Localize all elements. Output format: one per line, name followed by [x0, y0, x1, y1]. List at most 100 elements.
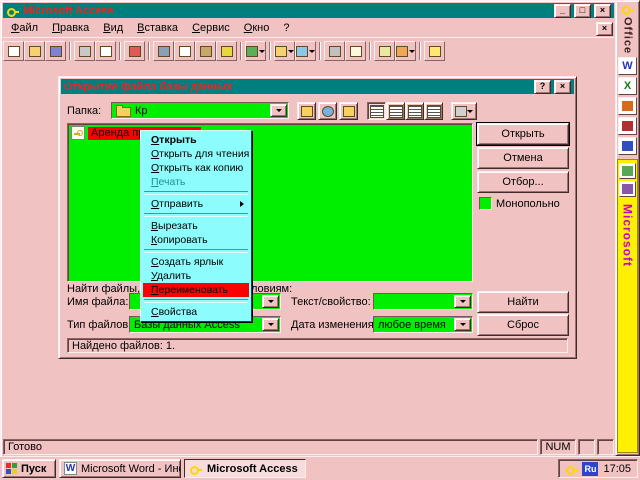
properties-view-button[interactable]	[405, 102, 424, 120]
save-button[interactable]	[45, 41, 66, 61]
up-one-level-button[interactable]	[297, 102, 316, 120]
commands-settings-button[interactable]	[451, 102, 477, 120]
menu-file[interactable]: Файл	[4, 21, 45, 36]
menu-window[interactable]: Окно	[237, 21, 277, 36]
dialog-title: Открытие файла базы данных	[64, 81, 232, 93]
clock[interactable]: 17:05	[603, 463, 631, 475]
reset-button[interactable]: Сброс	[477, 314, 569, 336]
cancel-button[interactable]: Отмена	[477, 147, 569, 169]
access-database-file-icon	[71, 126, 85, 140]
dropdown-arrow-icon	[460, 300, 466, 303]
word-icon[interactable]: W	[618, 57, 637, 75]
search-web-icon	[322, 106, 334, 117]
file-type-dropdown-arrow[interactable]	[262, 318, 279, 331]
text-property-dropdown-arrow[interactable]	[454, 295, 471, 308]
dialog-close-button[interactable]: ×	[554, 80, 571, 94]
text-property-dropdown[interactable]	[373, 293, 473, 310]
cut-icon	[158, 46, 170, 57]
menu-item-open-as-copy[interactable]: Открыть как копию	[143, 161, 249, 175]
toolbar-separator	[119, 42, 121, 60]
undo-icon	[246, 46, 258, 57]
task-word-label: Microsoft Word - Информ...	[81, 463, 181, 475]
window-title: Microsoft Access	[23, 5, 114, 17]
help-button[interactable]	[424, 41, 445, 61]
office-app-icon[interactable]	[619, 163, 636, 179]
menu-edit[interactable]: Правка	[45, 21, 96, 36]
access-shortcut-icon[interactable]	[618, 117, 637, 135]
code-button[interactable]	[324, 41, 345, 61]
cut-button[interactable]	[153, 41, 174, 61]
task-access[interactable]: Microsoft Access	[184, 459, 306, 478]
file-name-dropdown-arrow[interactable]	[262, 295, 279, 308]
toolbar-separator	[269, 42, 271, 60]
menu-item-rename[interactable]: Переименовать	[143, 283, 249, 297]
menu-tools[interactable]: Сервис	[185, 21, 237, 36]
office-links-button[interactable]	[274, 41, 295, 61]
date-modified-dropdown[interactable]: любое время	[373, 316, 473, 333]
menu-insert[interactable]: Вставка	[130, 21, 185, 36]
new-folder-button[interactable]	[339, 102, 358, 120]
exclusive-checkbox[interactable]	[479, 197, 492, 210]
dropdown-arrow-icon	[460, 323, 466, 326]
open-database-button[interactable]	[24, 41, 45, 61]
analyze-icon	[296, 46, 308, 57]
help-icon	[429, 46, 441, 57]
date-modified-dropdown-arrow[interactable]	[454, 318, 471, 331]
menu-item-copy[interactable]: Копировать	[143, 233, 249, 247]
menu-help[interactable]: ?	[276, 21, 296, 36]
file-list[interactable]: Аренда предприятия	[67, 123, 473, 282]
office-app-icon[interactable]	[619, 181, 636, 197]
outlook-icon[interactable]	[618, 137, 637, 155]
print-preview-button[interactable]	[95, 41, 116, 61]
menu-item-open-read-only[interactable]: Открыть для чтения	[143, 147, 249, 161]
open-button[interactable]: Открыть	[477, 123, 569, 145]
excel-icon[interactable]: X	[618, 77, 637, 95]
maximize-button[interactable]: □	[574, 4, 591, 18]
analyze-button[interactable]	[295, 41, 316, 61]
language-indicator[interactable]: Ru	[582, 462, 598, 476]
search-web-button[interactable]	[318, 102, 337, 120]
menu-item-create-shortcut[interactable]: Создать ярлык	[143, 255, 249, 269]
print-button[interactable]	[74, 41, 95, 61]
main-titlebar[interactable]: Microsoft Access _ □ ×	[3, 3, 614, 18]
exclusive-checkbox-row[interactable]: Монопольно	[479, 197, 560, 210]
found-files-status: Найдено файлов: 1.	[67, 338, 568, 353]
status-ready: Готово	[3, 439, 538, 455]
details-view-button[interactable]	[386, 102, 405, 120]
toolbar-separator	[240, 42, 242, 60]
menu-item-properties[interactable]: Свойства	[143, 305, 249, 319]
task-word[interactable]: W Microsoft Word - Информ...	[59, 459, 181, 478]
filter-button[interactable]: Отбор...	[477, 171, 569, 193]
menu-item-send-to[interactable]: Отправить	[143, 197, 249, 211]
folder-dropdown-arrow[interactable]	[270, 104, 287, 117]
paste-button[interactable]	[195, 41, 216, 61]
list-view-button[interactable]	[367, 102, 386, 120]
screen: Microsoft Access _ □ × Файл Правка Вид В…	[0, 0, 640, 480]
menu-item-open[interactable]: Открыть	[143, 133, 249, 147]
preview-view-button[interactable]	[424, 102, 443, 120]
dropdown-arrow-icon	[409, 50, 415, 53]
copy-button[interactable]	[174, 41, 195, 61]
menu-item-delete[interactable]: Удалить	[143, 269, 249, 283]
paste-icon	[200, 46, 212, 57]
properties-button[interactable]	[345, 41, 366, 61]
menu-item-cut[interactable]: Вырезать	[143, 219, 249, 233]
relationships-button[interactable]	[374, 41, 395, 61]
folder-dropdown[interactable]: Кр	[111, 102, 289, 119]
close-button[interactable]: ×	[594, 4, 611, 18]
new-database-button[interactable]	[3, 41, 24, 61]
powerpoint-icon[interactable]	[618, 97, 637, 115]
undo-button[interactable]	[245, 41, 266, 61]
minimize-button[interactable]: _	[554, 4, 571, 18]
start-button[interactable]: Пуск	[2, 459, 56, 478]
dialog-help-button[interactable]: ?	[534, 80, 551, 94]
format-painter-button[interactable]	[216, 41, 237, 61]
spelling-button[interactable]	[124, 41, 145, 61]
find-button[interactable]: Найти	[477, 291, 569, 313]
child-close-button[interactable]: ×	[596, 22, 613, 36]
code-icon	[329, 46, 341, 57]
new-object-button[interactable]	[395, 41, 416, 61]
menu-view[interactable]: Вид	[96, 21, 130, 36]
tray-indicator-icon[interactable]	[565, 463, 577, 475]
dialog-titlebar[interactable]: Открытие файла базы данных ? ×	[61, 79, 574, 94]
